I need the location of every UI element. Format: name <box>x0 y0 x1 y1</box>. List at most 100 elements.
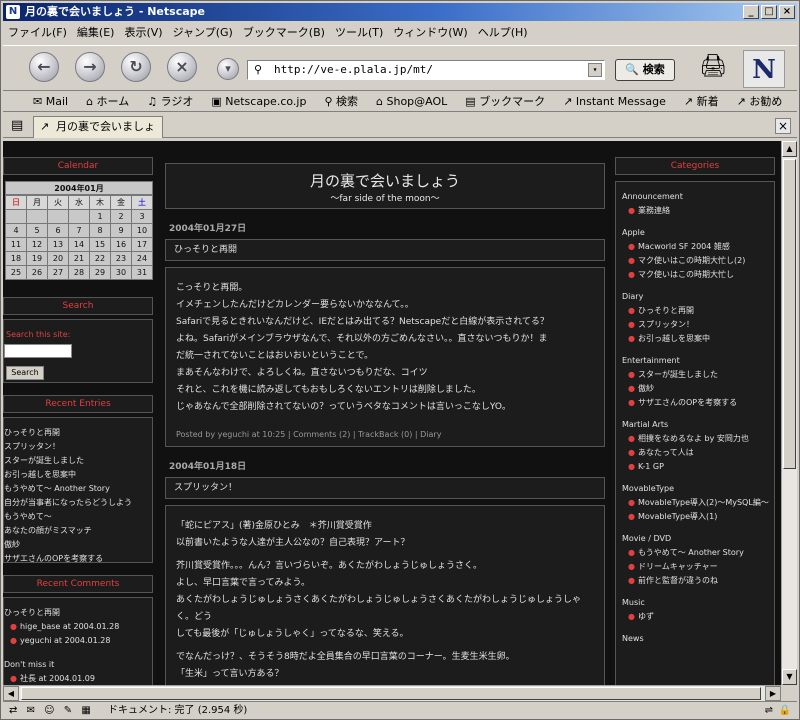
recent-comment-text[interactable]: 社長 at 2004.01.09 <box>20 674 95 683</box>
horizontal-scrollbar[interactable]: ◀ ▶ <box>3 685 781 701</box>
category-name[interactable]: Movie / DVD <box>622 532 774 546</box>
category-entry-label[interactable]: ひっそりと再開 <box>638 306 694 315</box>
category-entry[interactable]: ● サザエさんのOPを考察する <box>622 396 774 410</box>
category-entry[interactable]: ● お引っ越しを思案中 <box>622 332 774 346</box>
bookmark-search[interactable]: ⚲ 検索 <box>324 92 367 111</box>
history-dropdown-button[interactable]: ▾ <box>217 58 239 80</box>
menu-bookmarks[interactable]: ブックマーク(B) <box>238 23 330 43</box>
category-name[interactable]: Entertainment <box>622 354 774 368</box>
menu-help[interactable]: ヘルプ(H) <box>473 23 533 43</box>
category-entry[interactable]: ● 相撲をなめるなよ by 安岡力也 <box>622 432 774 446</box>
recent-comments-entry-title[interactable]: ひっそりと再開 <box>4 606 152 620</box>
recent-entry-link[interactable]: スターが誕生しました <box>4 454 152 468</box>
category-entry-label[interactable]: K-1 GP <box>638 462 664 471</box>
category-entry[interactable]: ● MovableType導入(2)〜MySQL編〜 <box>622 496 774 510</box>
menu-window[interactable]: ウィンドウ(W) <box>388 23 472 43</box>
category-entry-label[interactable]: 前作と監督が違うのね <box>638 576 718 585</box>
bookmark-home[interactable]: ⌂ ホーム <box>86 92 138 111</box>
post-footer[interactable]: Posted by yeguchi at 10:25 | Comments (2… <box>176 426 594 443</box>
category-name[interactable]: Announcement <box>622 190 774 204</box>
close-window-button[interactable]: × <box>779 5 795 19</box>
category-entry[interactable]: ● あなたって人は <box>622 446 774 460</box>
category-entry-label[interactable]: MovableType導入(2)〜MySQL編〜 <box>638 498 769 507</box>
category-name[interactable]: Martial Arts <box>622 418 774 432</box>
recent-comments-entry-title[interactable]: Don't miss it <box>4 658 152 672</box>
scroll-down-icon[interactable]: ▼ <box>782 669 797 685</box>
back-button[interactable]: ← <box>29 52 59 82</box>
menu-file[interactable]: ファイル(F) <box>3 23 72 43</box>
category-entry-label[interactable]: マク使いはこの時期大忙し(2) <box>638 256 745 265</box>
minimize-button[interactable]: _ <box>743 5 759 19</box>
category-entry[interactable]: ● もうやめて〜 Another Story <box>622 546 774 560</box>
category-entry-label[interactable]: スターが誕生しました <box>638 370 718 379</box>
search-button[interactable]: 🔍 検索 <box>615 59 675 81</box>
category-entry[interactable]: ● ひっそりと再開 <box>622 304 774 318</box>
category-entry[interactable]: ● 業務連絡 <box>622 204 774 218</box>
menu-view[interactable]: 表示(V) <box>119 23 167 43</box>
scroll-right-icon[interactable]: ▶ <box>765 686 781 701</box>
bookmark-instant-message[interactable]: ↗ Instant Message <box>563 92 675 111</box>
category-entry[interactable]: ● スターが誕生しました <box>622 368 774 382</box>
category-entry-label[interactable]: スプリッタン！ <box>638 320 694 329</box>
category-entry-label[interactable]: ゆず <box>638 612 654 621</box>
security-lock-icon[interactable]: 🔒 <box>779 702 791 719</box>
close-tab-button[interactable]: × <box>775 118 791 134</box>
search-site-input[interactable] <box>4 344 72 358</box>
recent-entry-link[interactable]: もうやめて〜 Another Story <box>4 482 152 496</box>
new-tab-icon[interactable]: ▤ <box>11 118 23 133</box>
category-entry-label[interactable]: もうやめて〜 Another Story <box>638 548 744 557</box>
bookmark-mail[interactable]: ✉ Mail <box>33 92 77 111</box>
url-dropdown-icon[interactable]: ▾ <box>588 63 602 77</box>
category-name[interactable]: Apple <box>622 226 774 240</box>
url-field[interactable]: ⚲ http://ve-e.plala.jp/mt/ ▾ <box>247 60 605 80</box>
recent-comment-text[interactable]: hige_base at 2004.01.28 <box>20 622 119 631</box>
category-entry-label[interactable]: 相撲をなめるなよ by 安岡力也 <box>638 434 749 443</box>
category-name[interactable]: News <box>622 632 774 646</box>
menu-tools[interactable]: ツール(T) <box>330 23 388 43</box>
recent-entry-link[interactable]: あなたの顔がミスマッチ <box>4 524 152 538</box>
recent-entry-link[interactable]: 自分が当事者になったらどうしよう <box>4 496 152 510</box>
address-book-icon[interactable]: ▦ <box>81 705 90 716</box>
recent-entry-link[interactable]: スプリッタン！ <box>4 440 152 454</box>
bookmark-bookmarks[interactable]: ▤ ブックマーク <box>465 92 554 111</box>
reload-button[interactable]: ↻ <box>121 52 151 82</box>
category-entry-label[interactable]: ドリームキャッチャー <box>638 562 718 571</box>
recent-entry-link[interactable]: 傲紗 <box>4 538 152 552</box>
horizontal-scroll-thumb[interactable] <box>21 687 761 700</box>
category-entry-label[interactable]: お引っ越しを思案中 <box>638 334 710 343</box>
category-entry-label[interactable]: 傲紗 <box>638 384 654 393</box>
scroll-up-icon[interactable]: ▲ <box>782 141 797 157</box>
recent-entry-link[interactable]: もうやめて〜 <box>4 510 152 524</box>
bookmark-radio[interactable]: ♫ ラジオ <box>147 92 202 111</box>
category-entry[interactable]: ● マク使いはこの時期大忙し <box>622 268 774 282</box>
category-name[interactable]: MovableType <box>622 482 774 496</box>
category-entry[interactable]: ● ゆず <box>622 610 774 624</box>
category-entry-label[interactable]: サザエさんのOPを考察する <box>638 398 737 407</box>
category-entry-label[interactable]: あなたって人は <box>638 448 694 457</box>
bookmark-netscape[interactable]: ▣ Netscape.co.jp <box>211 92 315 111</box>
stop-button[interactable]: × <box>167 52 197 82</box>
post-title[interactable]: スプリッタン！ <box>165 477 605 499</box>
menu-go[interactable]: ジャンプ(G) <box>168 23 238 43</box>
bookmark-shop[interactable]: ⌂ Shop@AOL <box>376 92 456 111</box>
maximize-button[interactable]: □ <box>761 5 777 19</box>
recent-entry-link[interactable]: ひっそりと再開 <box>4 426 152 440</box>
recent-comment-text[interactable]: yeguchi at 2004.01.28 <box>20 636 110 645</box>
category-entry-label[interactable]: 業務連絡 <box>638 206 670 215</box>
tab-active[interactable]: ↗ 月の裏で会いましょう <box>33 116 163 153</box>
vertical-scrollbar[interactable]: ▲ ▼ <box>781 141 797 685</box>
blog-title[interactable]: 月の裏で会いましょう <box>166 170 604 191</box>
recent-entry-link[interactable]: サザエさんのOPを考察する <box>4 552 152 566</box>
category-entry-label[interactable]: マク使いはこの時期大忙し <box>638 270 734 279</box>
category-entry[interactable]: ● マク使いはこの時期大忙し(2) <box>622 254 774 268</box>
category-name[interactable]: Music <box>622 596 774 610</box>
category-entry[interactable]: ● スプリッタン！ <box>622 318 774 332</box>
menu-edit[interactable]: 編集(E) <box>72 23 120 43</box>
category-name[interactable]: Diary <box>622 290 774 304</box>
category-entry[interactable]: ● 前作と監督が違うのね <box>622 574 774 588</box>
category-entry[interactable]: ● ドリームキャッチャー <box>622 560 774 574</box>
online-status-icon[interactable]: ⇌ <box>765 702 773 719</box>
print-icon[interactable]: 🖨 <box>699 54 727 79</box>
category-entry[interactable]: ● MovableType導入(1) <box>622 510 774 524</box>
category-entry-label[interactable]: MovableType導入(1) <box>638 512 717 521</box>
